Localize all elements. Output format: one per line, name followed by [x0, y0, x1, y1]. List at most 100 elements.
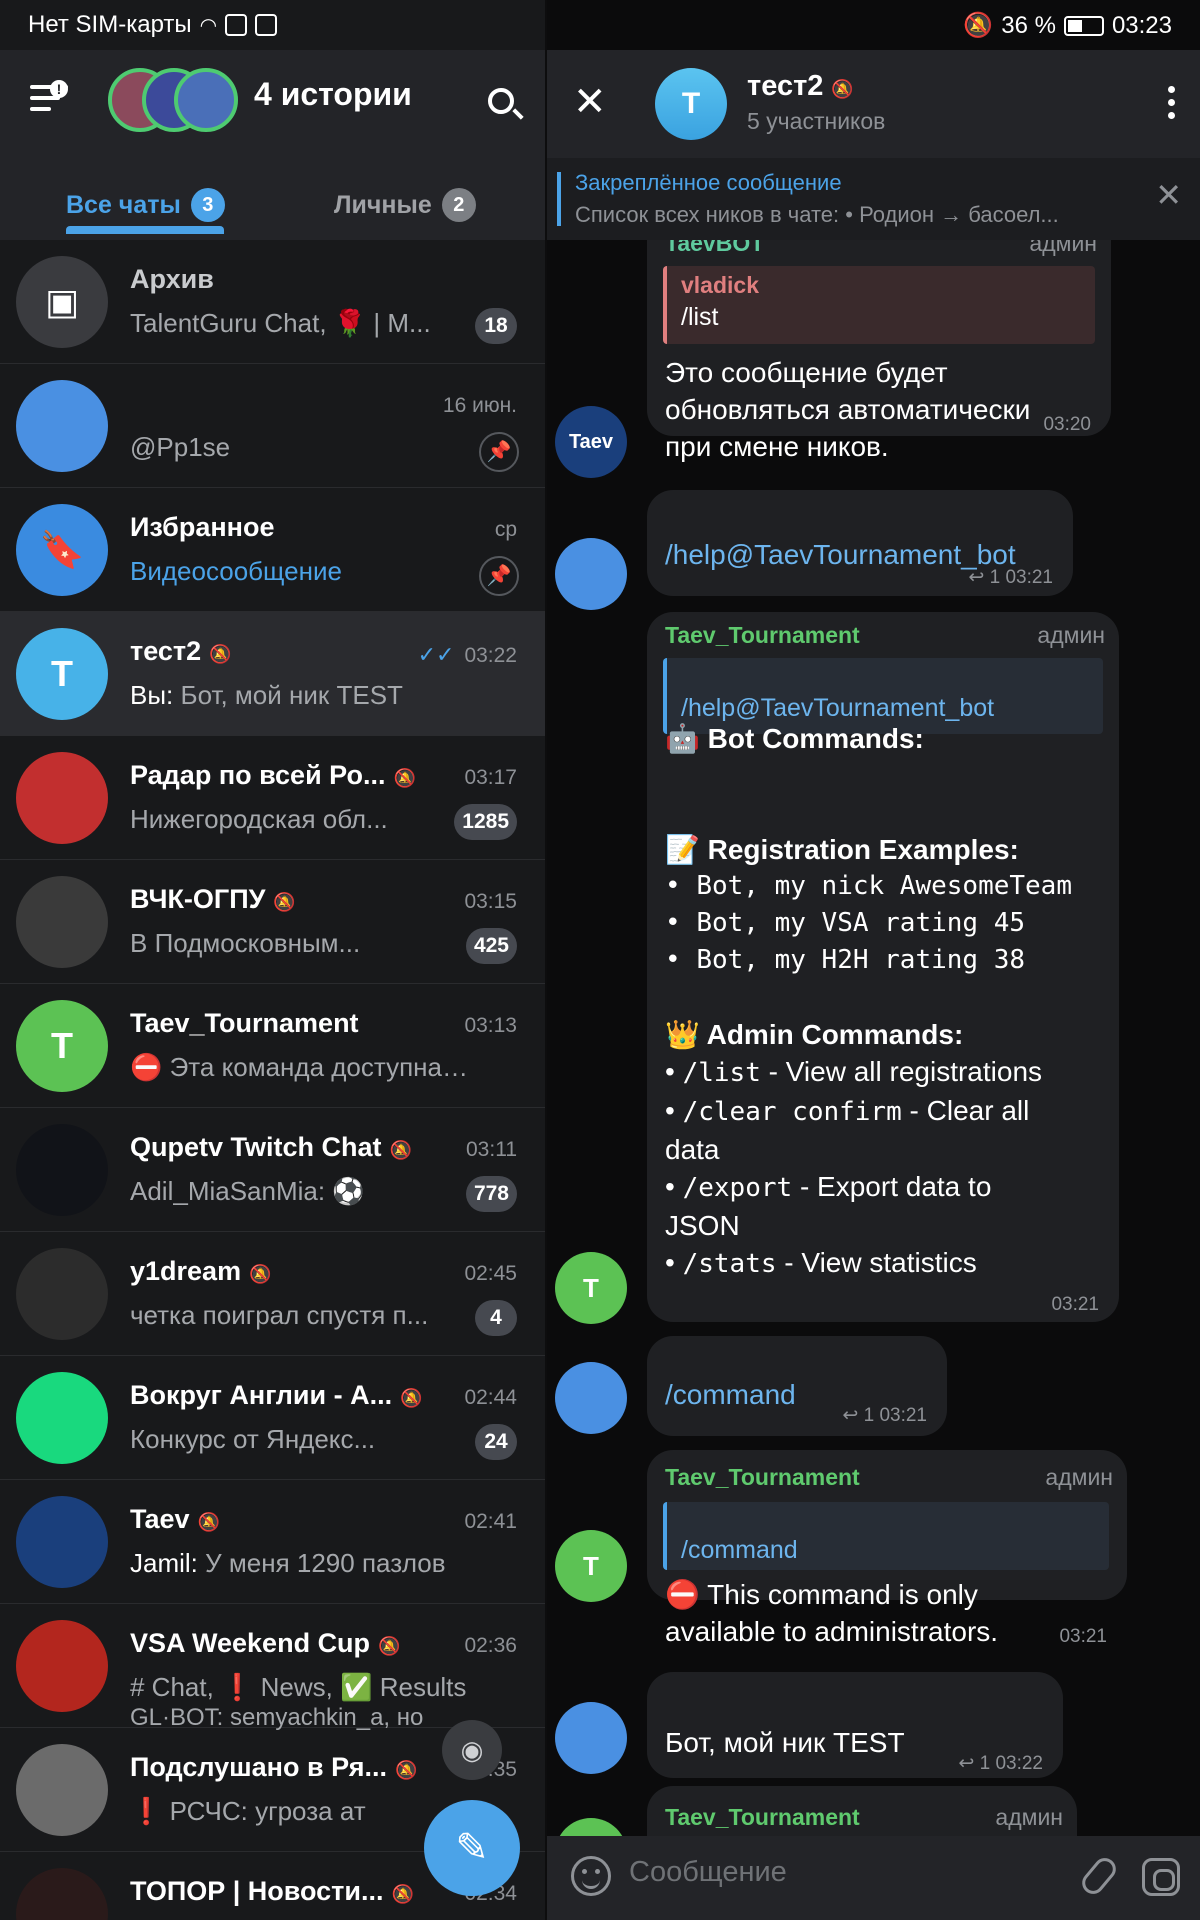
reply-quote[interactable]: /command [663, 1502, 1109, 1570]
chat-avatar[interactable] [16, 876, 108, 968]
muted-icon: 🔕 [197, 1512, 220, 1532]
close-pinned-icon[interactable]: ✕ [1155, 176, 1182, 214]
chat-row[interactable]: 🔖 Избранное ср Видеосообщение 📌 [0, 488, 545, 612]
chat-row[interactable]: Tтест2 🔕 ✓✓ 03:22 Вы: Бот, мой ник TEST [0, 612, 545, 736]
unread-count-badge: 18 [475, 308, 517, 344]
message-bubble[interactable]: /help@TaevTournament_bot ↩ 1 03:21 [647, 490, 1073, 596]
pinned-message-bar[interactable]: Закреплённое сообщение Список всех ников… [547, 158, 1200, 240]
story-avatar[interactable] [174, 68, 238, 132]
chat-name: Архив [130, 264, 214, 294]
message-bubble[interactable]: Бот, мой ник TEST ↩ 1 03:22 [647, 1672, 1063, 1778]
chat-name: y1dream 🔕 [130, 1256, 272, 1286]
compose-button[interactable]: ✎ [424, 1800, 520, 1896]
wifi-icon: ◠ [199, 14, 218, 37]
close-icon[interactable]: ✕ [573, 82, 607, 122]
chat-preview: В Подмосковным... [130, 928, 361, 958]
sender-avatar[interactable] [555, 1362, 627, 1434]
message-sender[interactable]: Taev_Tournament [665, 622, 860, 649]
chat-row[interactable]: T Taev_Tournament 03:13 ⛔ Эта команда досту… [0, 984, 545, 1108]
chat-subtitle: 5 участников [747, 108, 886, 134]
chat-title[interactable]: тест2 🔕 [747, 70, 854, 103]
chat-time: ср [494, 518, 517, 541]
chat-avatar[interactable] [16, 1248, 108, 1340]
chat-name: Вокруг Англии - А... 🔕 [130, 1380, 423, 1410]
message-bubble[interactable]: Taev_Tournament админ [647, 1786, 1077, 1836]
chat-row[interactable]: ▣ Архив TalentGuru Chat, 🌹 | M... 18 [0, 240, 545, 364]
sender-role: админ [995, 1804, 1063, 1830]
sender-avatar[interactable]: T [555, 1252, 627, 1324]
message-bubble[interactable]: Taev_Tournament админ /command ⛔ This co… [647, 1450, 1127, 1647]
sender-role: админ [1045, 1464, 1113, 1490]
camera-icon[interactable] [1142, 1858, 1180, 1896]
message-sender[interactable]: Taev_Tournament [665, 1464, 860, 1491]
camera-button[interactable]: ◉ [442, 1720, 502, 1780]
more-options-icon[interactable] [1168, 86, 1176, 125]
muted-icon: 🔕 [209, 644, 232, 664]
chat-avatar[interactable] [16, 752, 108, 844]
quote-text: /help@TaevTournament_bot [681, 694, 995, 722]
chat-row[interactable]: ВЧК-ОГПУ 🔕 03:15 В Подмосковным... 425 [0, 860, 545, 984]
chat-avatar[interactable] [16, 1868, 108, 1920]
unread-count-badge: 1285 [454, 804, 517, 840]
battery-icon [1063, 15, 1104, 36]
unread-count-badge: 24 [475, 1424, 517, 1460]
sender-avatar[interactable]: T [555, 1818, 627, 1836]
chat-avatar[interactable] [16, 1620, 108, 1712]
sender-avatar[interactable]: T [555, 1530, 627, 1602]
chat-avatar[interactable]: T [16, 1000, 108, 1092]
chat-row[interactable]: Вокруг Англии - А... 🔕 02:44 Конкурс от Янд… [0, 1356, 545, 1480]
message-text[interactable]: /command [665, 1376, 796, 1413]
tab-personal[interactable]: Личные 2 [334, 170, 476, 240]
chat-preview: Adil_MiaSanMia: ⚽ [130, 1176, 365, 1206]
message-bubble[interactable]: Taev_Tournament админ /help@TaevTourname… [647, 612, 1119, 1322]
sender-avatar[interactable] [555, 1702, 627, 1774]
sender-avatar[interactable]: Taev [555, 406, 627, 478]
chat-preview: ❗ РСЧС: угроза ат [130, 1796, 366, 1826]
sender-role: админ [1029, 240, 1097, 256]
archive-icon[interactable]: ▣ [16, 256, 108, 348]
chat-preview: Вы: Бот, мой ник TEST [130, 680, 403, 710]
chat-avatar[interactable]: T [655, 68, 727, 140]
carrier-label: Нет SIM-карты [28, 11, 192, 38]
chat-preview: Видеосообщение [130, 556, 342, 586]
reply-quote[interactable]: vladick /list [663, 266, 1095, 344]
chat-row[interactable]: Qupetv Twitch Chat 🔕 03:11 Adil_MiaSanMia: … [0, 1108, 545, 1232]
stories-title[interactable]: 4 истории [254, 76, 412, 113]
message-text[interactable]: /help@TaevTournament_bot [665, 536, 1016, 573]
message-input[interactable]: Сообщение [629, 1856, 787, 1889]
chat-row[interactable]: Taev 🔕 02:41 Jamil: У меня 1290 пазлов [0, 1480, 545, 1604]
chat-avatar[interactable]: T [16, 628, 108, 720]
search-icon[interactable] [488, 88, 514, 114]
menu-alert-badge: ! [50, 80, 68, 98]
chat-name: Taev 🔕 [130, 1504, 220, 1534]
chat-avatar[interactable] [16, 380, 108, 472]
attach-icon[interactable] [1077, 1853, 1121, 1899]
chat-time: 02:41 [464, 1510, 517, 1533]
message-time: 03:20 [1043, 414, 1091, 435]
read-checkmarks-icon: ✓✓ [417, 642, 455, 667]
chat-avatar[interactable] [16, 1372, 108, 1464]
chat-row[interactable]: y1dream 🔕 02:45 четка поиграл спустя п... 4 [0, 1232, 545, 1356]
chat-row[interactable]: Радар по всей Ро... 🔕 03:17 Нижегородская о… [0, 736, 545, 860]
chat-list-panel: ! 4 истории Все чаты 3 Личные 2 ▣ Архив Ta… [0, 0, 545, 1920]
saved-messages-icon[interactable]: 🔖 [16, 504, 108, 596]
pinned-bar-accent [557, 172, 561, 226]
emoji-icon[interactable] [571, 1856, 611, 1896]
chat-row[interactable]: VSA Weekend Cup 🔕 02:36 # Chat, ❗ News, ✅ R… [0, 1604, 545, 1731]
sender-avatar[interactable] [555, 538, 627, 610]
stories-avatars[interactable] [108, 68, 238, 136]
message-bubble[interactable]: TaevBOT админ vladick /list Это сообщени… [647, 240, 1111, 462]
muted-icon: 🔕 [273, 892, 296, 912]
chat-row[interactable]: 16 июн. @Pp1se 📌 [0, 364, 545, 488]
chat-avatar[interactable] [16, 1496, 108, 1588]
message-bubble[interactable]: /command ↩ 1 03:21 [647, 1336, 947, 1436]
muted-icon: 🔕 [831, 79, 854, 99]
message-sender[interactable]: TaevBOT [665, 240, 764, 257]
chat-avatar[interactable] [16, 1124, 108, 1216]
chat-avatar[interactable] [16, 1744, 108, 1836]
message-sender[interactable]: Taev_Tournament [665, 1804, 860, 1831]
quote-text: /command [681, 1536, 798, 1564]
unread-count-badge: 778 [465, 1176, 517, 1212]
chat-time: 03:15 [464, 890, 517, 913]
tab-badge: 2 [441, 188, 476, 222]
